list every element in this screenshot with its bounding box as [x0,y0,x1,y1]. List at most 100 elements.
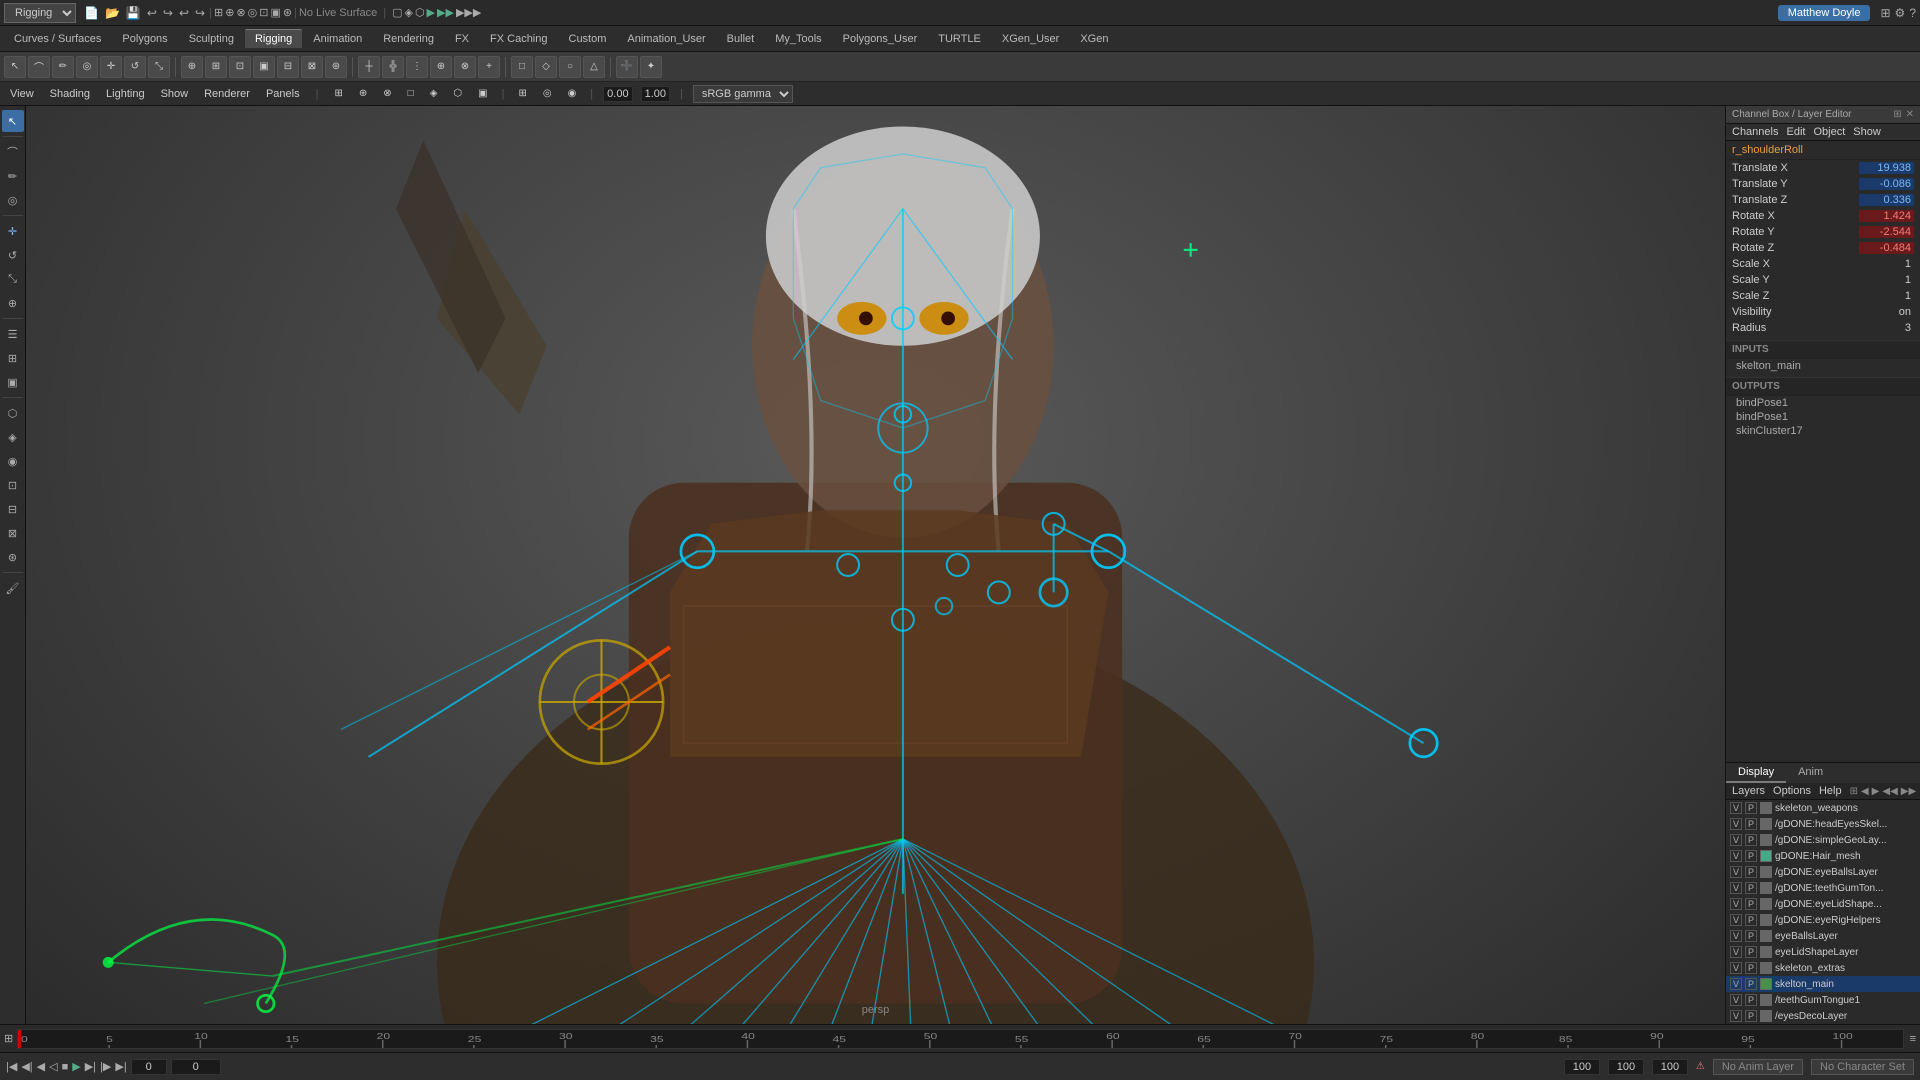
shelf-ik-icon[interactable]: ⊞ [205,56,227,78]
view-menu[interactable]: View [6,86,38,102]
layer-pickable-6[interactable]: P [1745,898,1757,910]
layer-row-10[interactable]: VPskeleton_extras [1726,960,1920,976]
layer-pickable-7[interactable]: P [1745,914,1757,926]
vt-icon1[interactable]: ⊞ [330,86,346,101]
vt-icon8[interactable]: ⊞ [514,86,530,101]
tab-xgen[interactable]: XGen [1070,30,1118,48]
layer-row-2[interactable]: VP/gDONE:simpleGeoLay... [1726,832,1920,848]
shading-menu[interactable]: Shading [46,86,94,102]
shelf-d3-icon[interactable]: ○ [559,56,581,78]
tab-animation-user[interactable]: Animation_User [617,30,715,48]
layer-row-5[interactable]: VP/gDONE:teethGumTon... [1726,880,1920,896]
layer-pickable-5[interactable]: P [1745,882,1757,894]
render3-icon[interactable]: ◉ [2,450,24,472]
render4-icon[interactable]: ⊡ [2,474,24,496]
shelf-con3-icon[interactable]: ⋮ [406,56,428,78]
channel-row-4[interactable]: Rotate Y-2.544 [1726,224,1920,240]
tab-curves-surfaces[interactable]: Curves / Surfaces [4,30,111,48]
colorspace-dropdown[interactable]: sRGB gamma [693,85,793,103]
shelf-con4-icon[interactable]: ⊕ [430,56,452,78]
channel-row-2[interactable]: Translate Z0.336 [1726,192,1920,208]
go-start-btn[interactable]: |◀ [6,1060,17,1073]
move-tool[interactable]: ✛ [2,220,24,242]
lighting-menu[interactable]: Lighting [102,86,149,102]
stop-btn[interactable]: ■ [62,1061,69,1073]
toolbar-icon-d[interactable]: ▶ [427,6,435,19]
layer-row-13[interactable]: VP/eyesDecoLayer [1726,1008,1920,1024]
shelf-rotate-icon[interactable]: ↺ [124,56,146,78]
channel-value-7[interactable]: 1 [1859,274,1914,286]
cb-expand-icon[interactable]: ⊞ [1893,109,1901,120]
layer-pickable-9[interactable]: P [1745,946,1757,958]
layer-visibility-1[interactable]: V [1730,818,1742,830]
layer-row-4[interactable]: VP/gDONE:eyeBallsLayer [1726,864,1920,880]
toolbar-icon-c[interactable]: ⬡ [415,6,425,19]
tab-fx[interactable]: FX [445,30,479,48]
panels-menu[interactable]: Panels [262,86,304,102]
play-fwd-btn[interactable]: ▶ [72,1060,80,1073]
layer-pickable-0[interactable]: P [1745,802,1757,814]
snap2-icon[interactable]: ▣ [2,371,24,393]
layer-row-1[interactable]: VP/gDONE:headEyesSkel... [1726,816,1920,832]
layer-visibility-9[interactable]: V [1730,946,1742,958]
go-end-btn[interactable]: ▶| [115,1060,126,1073]
prev-frame-btn[interactable]: ◀ [37,1060,45,1073]
prev-key-btn[interactable]: ◀| [21,1060,32,1073]
channel-row-3[interactable]: Rotate X1.424 [1726,208,1920,224]
layer-row-7[interactable]: VP/gDONE:eyeRigHelpers [1726,912,1920,928]
tab-fx-caching[interactable]: FX Caching [480,30,557,48]
toolbar-icon-b[interactable]: ◈ [404,6,412,19]
layer-row-0[interactable]: VPskeleton_weapons [1726,800,1920,816]
channel-value-2[interactable]: 0.336 [1859,194,1914,206]
channel-row-0[interactable]: Translate X19.938 [1726,160,1920,176]
render-icon[interactable]: ⬡ [2,402,24,424]
layer-pickable-3[interactable]: P [1745,850,1757,862]
channel-value-6[interactable]: 1 [1859,258,1914,270]
output-bindpose1[interactable]: bindPose1 [1726,396,1920,410]
edit-menu[interactable]: Edit [1786,126,1805,138]
shelf-soft-icon[interactable]: ◎ [76,56,98,78]
layer-visibility-6[interactable]: V [1730,898,1742,910]
channel-row-6[interactable]: Scale X1 [1726,256,1920,272]
shelf-extra-icon[interactable]: ✦ [640,56,662,78]
layer-row-9[interactable]: VPeyeLidShapeLayer [1726,944,1920,960]
redo2-icon[interactable]: ↪ [193,5,207,21]
shelf-d1-icon[interactable]: □ [511,56,533,78]
shelf-paint-icon[interactable]: ✏ [52,56,74,78]
shelf-joint-icon[interactable]: ⊕ [181,56,203,78]
channel-value-9[interactable]: on [1859,306,1914,318]
layer-help-menu[interactable]: Help [1819,785,1842,797]
tab-custom[interactable]: Custom [559,30,617,48]
channels-menu[interactable]: Channels [1732,126,1778,138]
cb-close-icon[interactable]: ✕ [1906,109,1914,120]
settings-icon[interactable]: ⚙ [1895,6,1906,20]
shelf-con6-icon[interactable]: + [478,56,500,78]
vt-icon3[interactable]: ⊗ [379,86,395,101]
tab-sculpting[interactable]: Sculpting [179,30,244,48]
layer-pickable-10[interactable]: P [1745,962,1757,974]
vt-icon2[interactable]: ⊕ [355,86,371,101]
shelf-ik5-icon[interactable]: ⊠ [301,56,323,78]
channel-row-5[interactable]: Rotate Z-0.484 [1726,240,1920,256]
layer-pickable-4[interactable]: P [1745,866,1757,878]
lp-icon1[interactable]: ⊞ [1850,786,1858,797]
layer-visibility-13[interactable]: V [1730,1010,1742,1022]
undo2-icon[interactable]: ↩ [177,5,191,21]
lp-icon5[interactable]: ▶▶ [1901,786,1916,797]
channel-value-4[interactable]: -2.544 [1859,226,1914,238]
paint-sel-tool[interactable]: ✏ [2,165,24,187]
timeline-ruler[interactable]: 0 5 10 15 20 25 30 35 40 45 50 55 60 [17,1029,1903,1049]
tab-turtle[interactable]: TURTLE [928,30,991,48]
shelf-scale-icon[interactable]: ⤡ [148,56,170,78]
shelf-add-icon[interactable]: ➕ [616,56,638,78]
no-char-set-badge[interactable]: No Character Set [1811,1059,1914,1075]
layer-visibility-2[interactable]: V [1730,834,1742,846]
select-tool[interactable]: ↖ [2,110,24,132]
options-menu[interactable]: Options [1773,785,1811,797]
vt-val2[interactable]: 1.00 [641,86,670,102]
lp-icon4[interactable]: ◀◀ [1882,786,1897,797]
layer-pickable-2[interactable]: P [1745,834,1757,846]
layer-pickable-12[interactable]: P [1745,994,1757,1006]
shelf-lasso-icon[interactable]: ⌒ [28,56,50,78]
layout-icon[interactable]: ⊞ [1880,6,1890,20]
